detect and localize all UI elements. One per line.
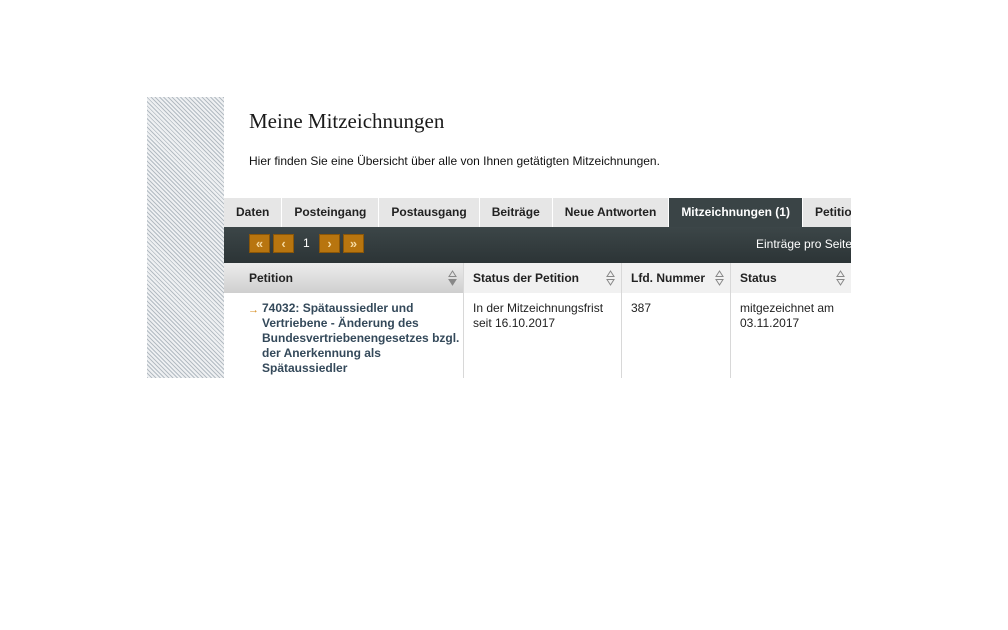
tab-daten[interactable]: Daten bbox=[224, 198, 283, 227]
tab-beitraege[interactable]: Beiträge bbox=[479, 198, 553, 227]
column-label-status-der-petition: Status der Petition bbox=[473, 271, 580, 285]
tab-posteingang[interactable]: Posteingang bbox=[282, 198, 380, 227]
arrow-right-icon: → bbox=[248, 304, 259, 316]
tab-mitzeichnungen[interactable]: Mitzeichnungen (1) bbox=[669, 198, 803, 227]
pagination-bar: « ‹ 1 › » Einträge pro Seite bbox=[224, 227, 851, 263]
column-header-status[interactable]: Status bbox=[731, 263, 851, 293]
column-header-petition[interactable]: Petition bbox=[224, 263, 464, 293]
chevron-right-icon[interactable]: › bbox=[319, 234, 340, 253]
column-label-lfd-nummer: Lfd. Nummer bbox=[631, 271, 706, 285]
decorative-stripe-panel bbox=[147, 97, 224, 378]
cell-status-der-petition: In der Mitzeichnungsfrist seit 16.10.201… bbox=[464, 293, 622, 378]
double-chevron-left-icon[interactable]: « bbox=[249, 234, 270, 253]
sort-icon bbox=[448, 270, 457, 286]
page-intro: Hier finden Sie eine Übersicht über alle… bbox=[249, 154, 660, 168]
column-label-petition: Petition bbox=[249, 271, 293, 285]
column-header-lfd-nummer[interactable]: Lfd. Nummer bbox=[622, 263, 731, 293]
chevron-left-icon[interactable]: ‹ bbox=[273, 234, 294, 253]
column-header-status-der-petition[interactable]: Status der Petition bbox=[464, 263, 622, 293]
sort-icon bbox=[715, 270, 724, 286]
table-header: Petition Status der Petition Lfd. Nummer… bbox=[224, 263, 851, 293]
page-title: Meine Mitzeichnungen bbox=[249, 109, 445, 133]
table-row: → 74032: Spätaussiedler und Vertriebene … bbox=[224, 293, 851, 378]
cell-status: mitgezeichnet am 03.11.2017 bbox=[740, 301, 835, 330]
tab-neue-antworten[interactable]: Neue Antworten bbox=[552, 198, 670, 227]
main-panel: Meine Mitzeichnungen Hier finden Sie ein… bbox=[224, 97, 851, 378]
column-label-status: Status bbox=[740, 271, 777, 285]
sort-icon bbox=[606, 270, 615, 286]
cell-petition: → 74032: Spätaussiedler und Vertriebene … bbox=[224, 293, 464, 378]
entries-per-page-label: Einträge pro Seite bbox=[756, 237, 851, 251]
double-chevron-right-icon[interactable]: » bbox=[343, 234, 364, 253]
tab-petitionen[interactable]: Petitionen bbox=[802, 198, 851, 227]
sort-icon bbox=[836, 270, 845, 286]
current-page-number: 1 bbox=[303, 236, 310, 250]
tab-bar: Daten Posteingang Postausgang Beiträge N… bbox=[224, 198, 851, 227]
cell-lfd-nummer: 387 bbox=[622, 293, 731, 378]
tab-postausgang[interactable]: Postausgang bbox=[379, 198, 480, 227]
petition-link[interactable]: 74032: Spätaussiedler und Vertriebene - … bbox=[248, 301, 463, 376]
